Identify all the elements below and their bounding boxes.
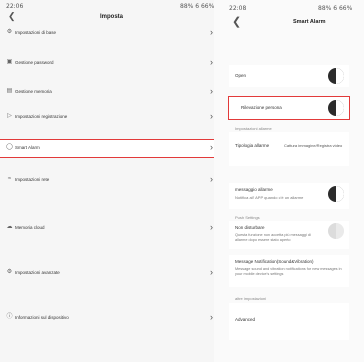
settings-item-label: Impostazioni rete <box>15 177 50 182</box>
dnd-desc: Questa funzione non accetta più messaggi… <box>235 233 311 242</box>
lock-icon: ▣ <box>6 59 13 65</box>
back-button[interactable]: ❮ <box>8 11 16 22</box>
status-indicators: 88% 6 66% <box>318 5 353 12</box>
wifi-icon: ≈ <box>7 176 12 182</box>
dnd-label: Non disturbare <box>235 225 265 230</box>
settings-item-label: Impostazioni registrazione <box>15 114 68 119</box>
gear-icon: ⚙ <box>6 29 13 35</box>
chevron-right-icon: › <box>210 267 213 277</box>
other-settings-section: altre impostazioni <box>235 296 267 301</box>
chevron-left-icon: ❮ <box>8 11 16 21</box>
message-notification-row[interactable]: Message Notification(Sound&Vibration) Me… <box>229 255 349 287</box>
settings-item-device-info[interactable]: ⓘ Informazioni sul dispositivo › <box>0 310 218 326</box>
message-notification-desc: Message sound and vibration notification… <box>235 267 342 276</box>
alarm-type-label: Tipologia allarme <box>235 143 270 148</box>
settings-item-smart-alarm[interactable]: ◯ Smart Alarm › <box>0 139 219 158</box>
storage-icon: ▤ <box>6 88 13 94</box>
advanced-row[interactable]: Advanced <box>229 303 349 340</box>
chevron-right-icon: › <box>210 27 213 37</box>
person-detection-label: Rilevazione persona <box>241 105 282 110</box>
chevron-left-icon: ❮ <box>232 16 242 28</box>
info-icon: ⓘ <box>6 314 13 320</box>
settings-item-advanced[interactable]: ⚙ Impostazioni avanzate › <box>0 265 218 281</box>
cloud-icon: ☁ <box>6 224 13 230</box>
chevron-right-icon: › <box>210 312 213 322</box>
settings-item-basic[interactable]: ⚙ Impostazioni di base › <box>0 25 218 41</box>
alarm-message-label: messaggio allarme <box>235 187 273 192</box>
page-title: Smart Alarm <box>293 19 326 25</box>
alarm-message-toggle[interactable] <box>328 186 344 202</box>
open-label: Open <box>235 73 247 78</box>
back-button[interactable]: ❮ <box>232 15 241 28</box>
open-toggle[interactable] <box>328 68 344 84</box>
chevron-right-icon: › <box>210 222 213 232</box>
chevron-right-icon: › <box>210 57 213 67</box>
alarm-settings-section: Impostazioni allarme <box>235 126 272 131</box>
chevron-right-icon: › <box>210 111 213 121</box>
record-icon: ▷ <box>7 113 12 119</box>
settings-item-storage[interactable]: ▤ Gestione memoria › <box>0 84 218 100</box>
settings-item-recording[interactable]: ▷ Impostazioni registrazione › <box>0 109 218 125</box>
chevron-right-icon: › <box>210 142 213 152</box>
settings-item-label: Gestione password <box>15 60 54 65</box>
advanced-settings-icon: ⚙ <box>6 269 13 275</box>
push-settings-section: Push Settings <box>235 215 260 220</box>
settings-item-label: Smart Alarm <box>15 145 40 150</box>
page-title: Imposta <box>100 14 124 20</box>
alarm-icon: ◯ <box>6 144 13 150</box>
settings-item-network[interactable]: ≈ Impostazioni rete › <box>0 172 218 188</box>
settings-item-label: Memoria cloud <box>15 225 45 230</box>
settings-item-label: Gestione memoria <box>15 89 52 94</box>
settings-item-label: Impostazioni avanzate <box>15 270 60 275</box>
chevron-right-icon: › <box>210 174 213 184</box>
status-indicators: 88% 6 66% <box>180 3 215 10</box>
status-time: 22:06 <box>6 3 24 10</box>
chevron-right-icon: › <box>210 86 213 96</box>
alarm-message-desc: Notifica all' APP quando c'è un allarme <box>235 195 304 200</box>
alarm-type-value: Cattura immagine/Registra video <box>284 143 343 148</box>
status-time: 22:08 <box>229 5 247 12</box>
settings-item-password[interactable]: ▣ Gestione password › <box>0 55 218 71</box>
advanced-label: Advanced <box>235 317 256 322</box>
settings-item-label: Informazioni sul dispositivo <box>15 315 69 320</box>
settings-panel: 22:06 88% 6 66% ❮ Imposta ⚙ Impostazioni… <box>0 0 219 362</box>
message-notification-label: Message Notification(Sound&Vibration) <box>235 259 314 264</box>
person-detection-toggle[interactable] <box>328 100 344 116</box>
settings-item-label: Impostazioni di base <box>15 30 57 35</box>
settings-item-cloud[interactable]: ☁ Memoria cloud › <box>0 220 218 236</box>
dnd-toggle[interactable] <box>328 223 344 239</box>
alarm-type-row[interactable]: Tipologia allarme Cattura immagine/Regis… <box>229 132 349 166</box>
